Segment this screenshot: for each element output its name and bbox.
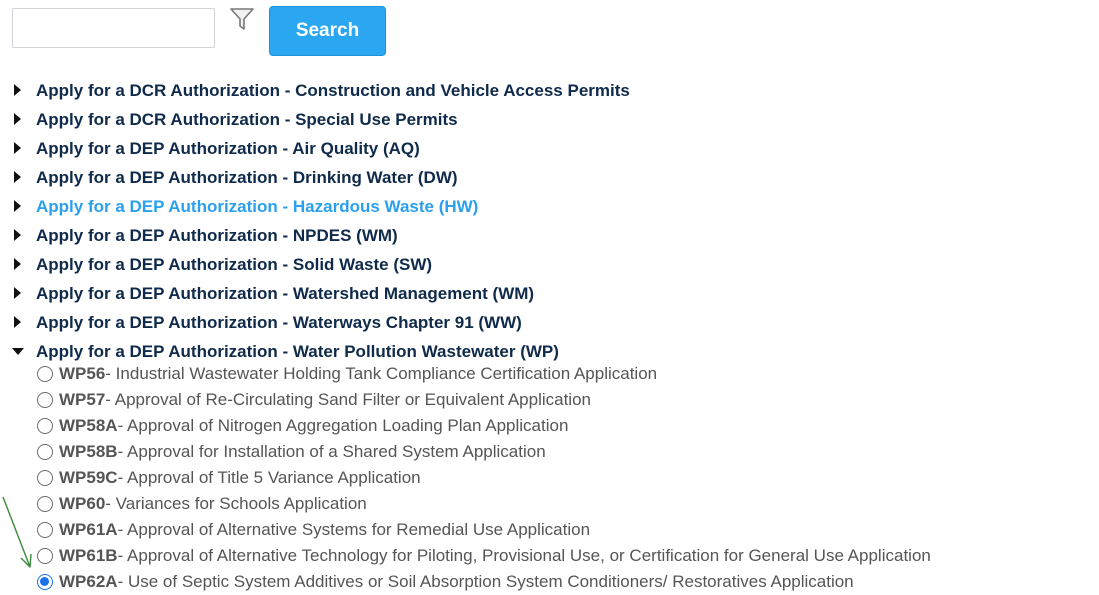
search-button[interactable]: Search	[269, 6, 386, 56]
collapse-arrow-icon[interactable]	[12, 343, 36, 361]
application-option[interactable]: WP61B - Approval of Alternative Technolo…	[37, 543, 931, 569]
category-label[interactable]: Apply for a DEP Authorization - Air Qual…	[36, 139, 420, 159]
radio-button-selected[interactable]	[37, 574, 53, 590]
option-code: WP62A	[59, 572, 118, 591]
category-item[interactable]: Apply for a DEP Authorization - Drinking…	[12, 163, 630, 192]
option-code: WP60	[59, 494, 106, 513]
filter-funnel-icon[interactable]	[229, 6, 255, 32]
option-label: - Industrial Wastewater Holding Tank Com…	[105, 364, 658, 383]
radio-button[interactable]	[37, 444, 53, 460]
application-option[interactable]: WP56 - Industrial Wastewater Holding Tan…	[37, 361, 931, 387]
option-label: - Approval of Nitrogen Aggregation Loadi…	[117, 416, 569, 435]
category-item[interactable]: Apply for a DEP Authorization - Hazardou…	[12, 192, 630, 221]
option-label: - Approval of Alternative Technology for…	[117, 546, 931, 565]
category-list: Apply for a DCR Authorization - Construc…	[12, 76, 630, 366]
application-option-list: WP56 - Industrial Wastewater Holding Tan…	[37, 361, 931, 595]
application-option[interactable]: WP59C - Approval of Title 5 Variance App…	[37, 465, 931, 491]
category-item[interactable]: Apply for a DCR Authorization - Construc…	[12, 76, 630, 105]
option-label: - Approval of Title 5 Variance Applicati…	[117, 468, 421, 487]
option-label: - Approval of Re-Circulating Sand Filter…	[105, 390, 591, 409]
expand-arrow-icon[interactable]	[12, 285, 36, 303]
expand-arrow-icon[interactable]	[12, 169, 36, 187]
annotation-arrow-icon	[2, 496, 32, 568]
radio-button[interactable]	[37, 366, 53, 382]
category-item[interactable]: Apply for a DEP Authorization - NPDES (W…	[12, 221, 630, 250]
expand-arrow-icon[interactable]	[12, 140, 36, 158]
search-input[interactable]	[12, 8, 215, 48]
category-item[interactable]: Apply for a DEP Authorization - Air Qual…	[12, 134, 630, 163]
expand-arrow-icon[interactable]	[12, 314, 36, 332]
option-label: - Variances for Schools Application	[105, 494, 367, 513]
category-label[interactable]: Apply for a DEP Authorization - Solid Wa…	[36, 255, 432, 275]
option-code: WP57	[59, 390, 106, 409]
option-code: WP59C	[59, 468, 118, 487]
application-option[interactable]: WP57 - Approval of Re-Circulating Sand F…	[37, 387, 931, 413]
category-label[interactable]: Apply for a DCR Authorization - Construc…	[36, 81, 630, 101]
category-item[interactable]: Apply for a DEP Authorization - Watershe…	[12, 279, 630, 308]
option-code: WP61A	[59, 520, 118, 539]
category-item[interactable]: Apply for a DCR Authorization - Special …	[12, 105, 630, 134]
expand-arrow-icon[interactable]	[12, 198, 36, 216]
option-label: - Approval of Alternative Systems for Re…	[117, 520, 591, 539]
application-option[interactable]: WP60 - Variances for Schools Application	[37, 491, 931, 517]
radio-button[interactable]	[37, 392, 53, 408]
category-item[interactable]: Apply for a DEP Authorization - Waterway…	[12, 308, 630, 337]
category-label[interactable]: Apply for a DCR Authorization - Special …	[36, 110, 458, 130]
category-label[interactable]: Apply for a DEP Authorization - Water Po…	[36, 342, 559, 362]
option-code: WP56	[59, 364, 106, 383]
application-option[interactable]: WP58B - Approval for Installation of a S…	[37, 439, 931, 465]
category-label[interactable]: Apply for a DEP Authorization - NPDES (W…	[36, 226, 398, 246]
expand-arrow-icon[interactable]	[12, 227, 36, 245]
option-code: WP61B	[59, 546, 118, 565]
application-option[interactable]: WP58A - Approval of Nitrogen Aggregation…	[37, 413, 931, 439]
category-label[interactable]: Apply for a DEP Authorization - Hazardou…	[36, 197, 478, 217]
radio-button[interactable]	[37, 418, 53, 434]
category-label[interactable]: Apply for a DEP Authorization - Waterway…	[36, 313, 522, 333]
application-option-selected[interactable]: WP62A - Use of Septic System Additives o…	[37, 569, 931, 595]
application-option[interactable]: WP61A - Approval of Alternative Systems …	[37, 517, 931, 543]
expand-arrow-icon[interactable]	[12, 256, 36, 274]
option-label: - Approval for Installation of a Shared …	[117, 442, 546, 461]
category-item[interactable]: Apply for a DEP Authorization - Solid Wa…	[12, 250, 630, 279]
option-label: - Use of Septic System Additives or Soil…	[117, 572, 854, 591]
option-code: WP58A	[59, 416, 118, 435]
option-code: WP58B	[59, 442, 118, 461]
expand-arrow-icon[interactable]	[12, 82, 36, 100]
category-label[interactable]: Apply for a DEP Authorization - Watershe…	[36, 284, 534, 304]
radio-button[interactable]	[37, 470, 53, 486]
expand-arrow-icon[interactable]	[12, 111, 36, 129]
category-label[interactable]: Apply for a DEP Authorization - Drinking…	[36, 168, 458, 188]
